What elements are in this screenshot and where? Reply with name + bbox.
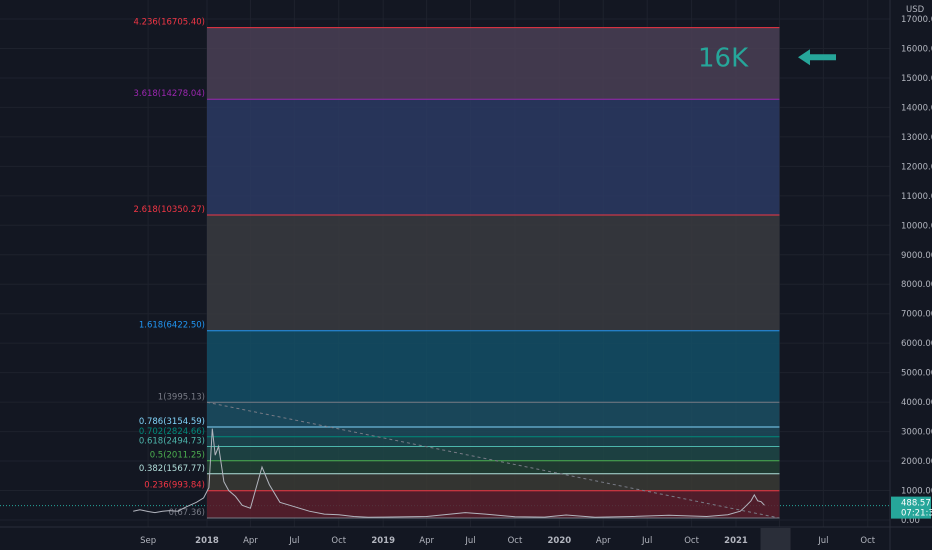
fib-level-label: 4.236(16705.40) <box>133 18 205 28</box>
price-tick-label: 10000.00 <box>901 221 932 231</box>
price-tick-label: 8000.00 <box>901 280 932 290</box>
time-tick-label: Jul <box>464 536 475 546</box>
fib-level-label: 1(3995.13) <box>158 392 205 402</box>
price-tick-label: 5000.00 <box>901 369 932 379</box>
price-chart[interactable]: 4.236(16705.40) 3.618(14278.04) 2.618(1035… <box>0 0 932 550</box>
fib-zone <box>207 330 780 403</box>
fib-zone <box>207 427 780 437</box>
time-tick-label: 2021 <box>724 536 748 546</box>
time-tick-label: Jul <box>817 536 828 546</box>
fib-level-label: 1.618(6422.50) <box>139 321 205 331</box>
fib-level-label: 0.5(2011.25) <box>150 451 205 461</box>
fib-level-label: 0(67.36) <box>169 508 205 518</box>
fib-level-label: 0.702(2824.66) <box>139 427 205 437</box>
fib-zone <box>207 473 780 491</box>
time-tick-label: 2020 <box>548 536 572 546</box>
fib-level-label: 0.236(993.84) <box>144 481 205 491</box>
last-price-badge: 488.57 07:21:38 <box>891 496 932 519</box>
time-tick-label: Oct <box>508 536 523 546</box>
fib-zone <box>207 436 780 447</box>
time-tick-label: Oct <box>684 536 699 546</box>
fib-level-label: 0.618(2494.73) <box>139 436 205 446</box>
time-axis: Sep 2018 Apr Jul Oct 2019 Apr Jul Oct 2020 Apr Jul O… <box>0 526 932 550</box>
last-price-value: 488.57 <box>901 499 931 509</box>
fib-zone <box>207 490 780 519</box>
fib-zones <box>207 27 780 519</box>
price-axis: USD 17000.00 16000.00 15000.00 14000.00 1300… <box>889 0 932 550</box>
price-tick-label: 14000.00 <box>901 103 932 113</box>
price-tick-label: 15000.00 <box>901 74 932 84</box>
time-tick-label: 2019 <box>371 536 395 546</box>
price-tick-label: 9000.00 <box>901 251 932 261</box>
time-tick-label: Oct <box>860 536 875 546</box>
time-tick-label: Apr <box>596 536 611 546</box>
price-tick-label: 7000.00 <box>901 310 932 320</box>
fib-level-label: 0.786(3154.59) <box>139 417 205 427</box>
fib-zone <box>207 27 780 100</box>
time-tick-label: Jul <box>641 536 652 546</box>
price-tick-label: 16000.00 <box>901 44 932 54</box>
time-tick-label: Apr <box>243 536 258 546</box>
price-tick-label: 17000.00 <box>901 15 932 25</box>
price-tick-label: 11000.00 <box>901 192 932 202</box>
fib-zone <box>207 460 780 474</box>
currency-label: USD <box>906 5 925 15</box>
fib-level-labels: 4.236(16705.40) 3.618(14278.04) 2.618(1035… <box>133 18 205 518</box>
price-tick-label: 12000.00 <box>901 162 932 172</box>
price-tick-label: 3000.00 <box>901 428 932 438</box>
price-tick-label: 2000.00 <box>901 457 932 467</box>
annotation-text[interactable]: 16K <box>698 43 749 73</box>
price-tick-label: 4000.00 <box>901 398 932 408</box>
time-tick-label: Oct <box>331 536 346 546</box>
fib-zone <box>207 446 780 461</box>
arrow-left-icon[interactable] <box>798 49 836 66</box>
time-tick-label: Sep <box>140 536 156 546</box>
time-tick-label: 2018 <box>195 536 219 546</box>
price-tick-label: 6000.00 <box>901 339 932 349</box>
fib-level-label: 0.382(1567.77) <box>139 464 205 474</box>
time-tick-label: Apr <box>419 536 434 546</box>
fib-level-label: 2.618(10350.27) <box>133 205 205 215</box>
fib-level-label: 3.618(14278.04) <box>133 89 205 99</box>
time-tick-label: Jul <box>288 536 299 546</box>
last-price-countdown: 07:21:38 <box>901 509 932 519</box>
time-axis-cursor-box <box>760 528 791 550</box>
fib-zone <box>207 214 780 331</box>
fib-zone <box>207 402 780 428</box>
fib-zone <box>207 99 780 215</box>
price-tick-label: 1000.00 <box>901 487 932 497</box>
price-tick-label: 13000.00 <box>901 133 932 143</box>
